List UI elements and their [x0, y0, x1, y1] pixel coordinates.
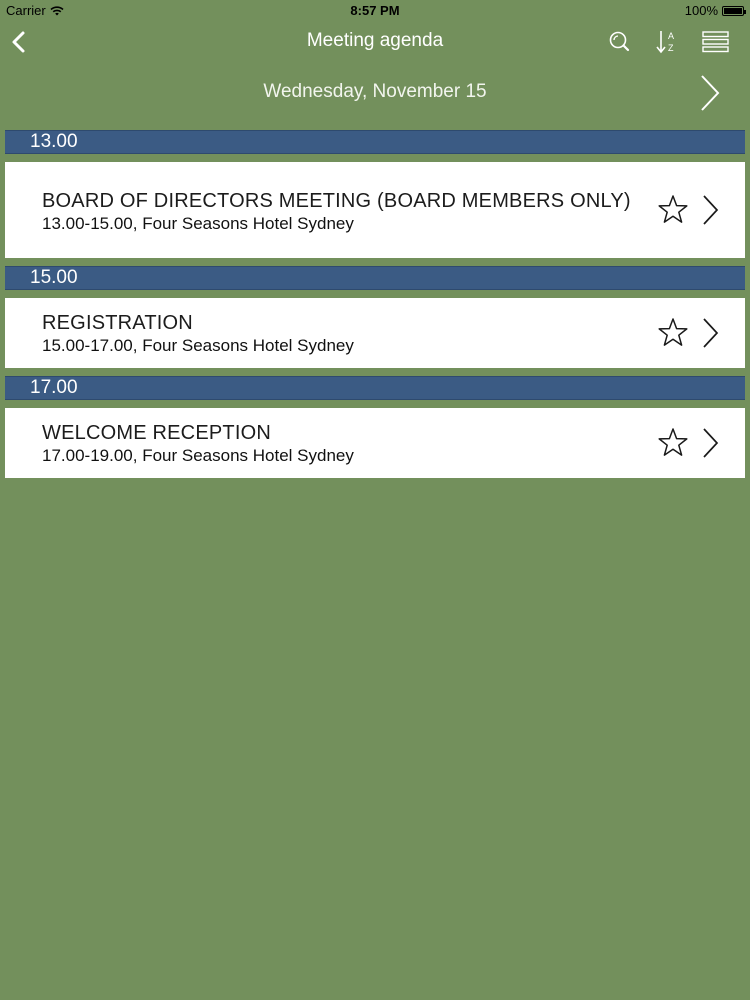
date-bar: Wednesday, November 15 [0, 70, 750, 116]
agenda-item-title: WELCOME RECEPTION [42, 422, 271, 444]
chevron-right-icon [703, 195, 719, 225]
disclosure-chevron [699, 316, 721, 350]
section-header-time: 17.00 [5, 376, 745, 400]
agenda-item[interactable]: WELCOME RECEPTION 17.00-19.00, Four Seas… [5, 408, 745, 478]
chevron-right-icon [701, 75, 720, 111]
agenda-item[interactable]: REGISTRATION 15.00-17.00, Four Seasons H… [5, 298, 745, 368]
agenda-item-text: WELCOME RECEPTION 17.00-19.00, Four Seas… [42, 421, 635, 467]
agenda-item-text: BOARD OF DIRECTORS MEETING (BOARD MEMBER… [42, 189, 635, 235]
favorite-star-button[interactable] [656, 193, 690, 227]
star-icon [658, 318, 688, 346]
sort-az-icon: A Z [656, 31, 674, 54]
search-button[interactable] [603, 28, 635, 56]
sort-button[interactable]: A Z [651, 28, 683, 56]
disclosure-chevron [699, 426, 721, 460]
sort-letter-z: Z [668, 43, 674, 53]
battery-level [724, 7, 742, 14]
date-label: Wednesday, November 15 [263, 81, 487, 102]
favorite-star-button[interactable] [656, 316, 690, 350]
agenda-list: 13.00 BOARD OF DIRECTORS MEETING (BOARD … [5, 130, 745, 486]
sort-letter-a: A [668, 31, 674, 41]
star-icon [658, 428, 688, 456]
favorite-star-button[interactable] [656, 426, 690, 460]
agenda-item-title: BOARD OF DIRECTORS MEETING (BOARD MEMBER… [42, 190, 631, 212]
agenda-item[interactable]: BOARD OF DIRECTORS MEETING (BOARD MEMBER… [5, 162, 745, 258]
status-bar: Carrier 8:57 PM 100% [0, 0, 750, 22]
search-icon [609, 31, 630, 52]
disclosure-chevron [699, 193, 721, 227]
menu-button[interactable] [700, 28, 732, 56]
page-title: Meeting agenda [306, 30, 444, 51]
agenda-item-text: REGISTRATION 15.00-17.00, Four Seasons H… [42, 311, 635, 357]
agenda-item-title: REGISTRATION [42, 312, 193, 334]
battery-info: 100% [684, 3, 746, 18]
agenda-item-subtitle: 13.00-15.00, Four Seasons Hotel Sydney [42, 214, 354, 233]
nav-bar: Meeting agenda A Z [0, 22, 750, 62]
next-day-button[interactable] [694, 72, 726, 114]
screen: Carrier 8:57 PM 100% Meeting agenda A Z … [0, 0, 750, 1000]
menu-icon [702, 31, 729, 53]
battery-icon [722, 5, 746, 16]
section-header-time: 13.00 [5, 130, 745, 154]
status-time: 8:57 PM [350, 3, 400, 18]
star-icon [658, 195, 688, 223]
agenda-item-subtitle: 15.00-17.00, Four Seasons Hotel Sydney [42, 336, 354, 355]
chevron-right-icon [703, 428, 719, 458]
battery-percent: 100% [684, 3, 718, 18]
section-header-time: 15.00 [5, 266, 745, 290]
chevron-right-icon [703, 318, 719, 348]
agenda-item-subtitle: 17.00-19.00, Four Seasons Hotel Sydney [42, 446, 354, 465]
